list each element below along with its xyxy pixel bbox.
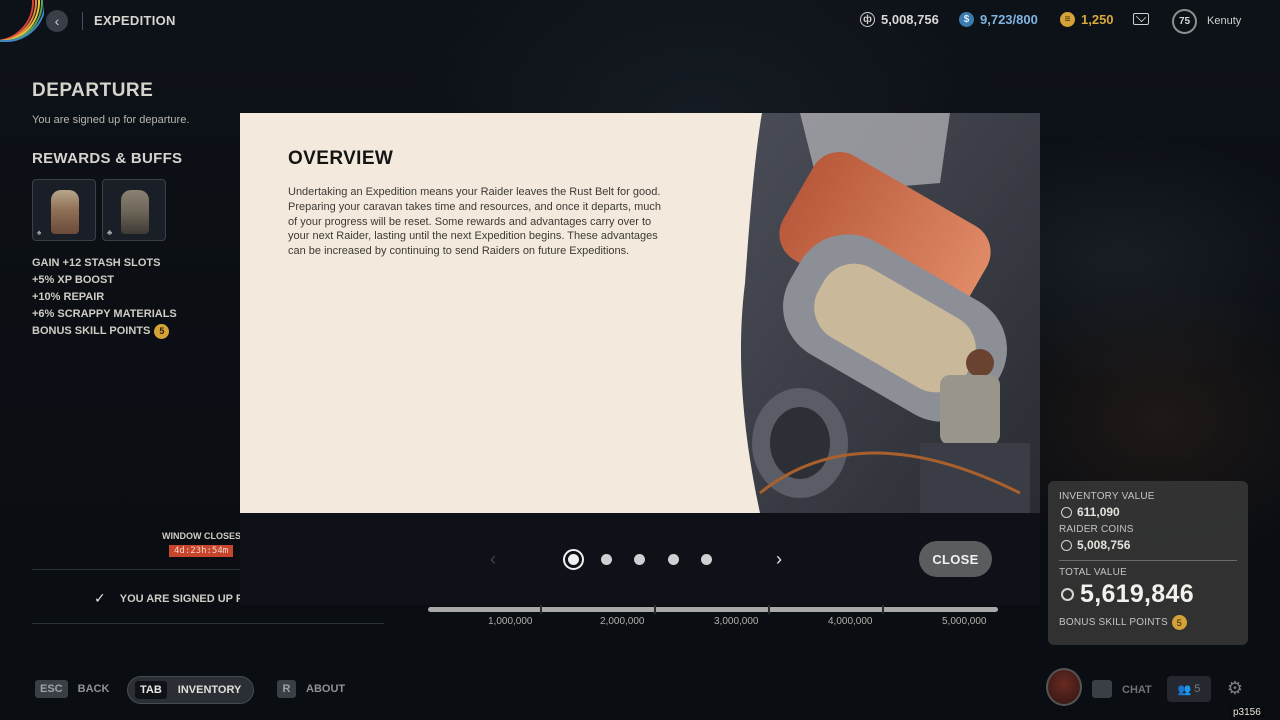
- page-dot-5[interactable]: [701, 554, 712, 565]
- progress-tick: [882, 605, 884, 614]
- materials-icon: ≡: [1060, 12, 1075, 27]
- about-button[interactable]: R ABOUT: [277, 680, 345, 698]
- player-level-badge: 75: [1172, 9, 1197, 34]
- coin-icon: [1061, 588, 1074, 601]
- credits-counter[interactable]: $ 9,723/800: [959, 12, 1038, 27]
- total-value-label: TOTAL VALUE: [1059, 567, 1127, 578]
- page-dot-3[interactable]: [634, 554, 645, 565]
- modal-illustration: [740, 113, 1040, 513]
- player-avatar[interactable]: [1046, 668, 1082, 706]
- credits-icon: $: [959, 12, 974, 27]
- modal-body-text: Undertaking an Expedition means your Rai…: [288, 186, 661, 258]
- divider: [82, 12, 83, 30]
- friends-button[interactable]: 👥 5: [1167, 676, 1211, 702]
- bonus-points-badge: 5: [1171, 615, 1187, 630]
- raider-coins-value: 5,008,756: [1061, 538, 1237, 552]
- inventory-button[interactable]: TAB INVENTORY: [127, 676, 254, 704]
- check-icon: ✓: [94, 590, 106, 606]
- page-dot-1[interactable]: [563, 549, 584, 570]
- coin-icon: [1061, 539, 1072, 551]
- signed-up-status: ✓ YOU ARE SIGNED UP F: [94, 590, 243, 607]
- coin-icon: [1061, 506, 1072, 518]
- modal-content: OVERVIEW Undertaking an Expedition means…: [240, 113, 1040, 513]
- tab-key: TAB: [135, 681, 167, 699]
- r-key: R: [277, 680, 296, 698]
- inventory-label: INVENTORY: [177, 684, 242, 696]
- back-label: BACK: [77, 683, 110, 695]
- total-value: 5,619,846: [1061, 580, 1237, 609]
- progress-label: 1,000,000: [488, 616, 533, 627]
- rainbow-logo-icon: [0, 0, 44, 42]
- chat-key: [1092, 680, 1112, 698]
- chevron-left-icon: ‹: [54, 13, 60, 29]
- page-dot-2[interactable]: [601, 554, 612, 565]
- prev-page-chevron-icon[interactable]: ‹: [490, 549, 496, 570]
- bonus-points-badge: 5: [154, 323, 170, 339]
- top-bar: ‹ EXPEDITION ф 5,008,756 $ 9,723/800 ≡ 1…: [0, 0, 1280, 42]
- about-label: ABOUT: [306, 683, 346, 695]
- coins-counter[interactable]: ф 5,008,756: [860, 12, 939, 27]
- modal-title: OVERVIEW: [288, 148, 394, 169]
- raider-coins-label: RAIDER COINS: [1059, 524, 1134, 535]
- coins-value: 5,008,756: [881, 12, 939, 27]
- total-value-text: 5,619,846: [1080, 580, 1194, 608]
- progress-label: 5,000,000: [942, 616, 987, 627]
- inventory-value-label: INVENTORY VALUE: [1059, 491, 1155, 502]
- page-dot-4[interactable]: [668, 554, 679, 565]
- inventory-value: 611,090: [1061, 505, 1237, 519]
- next-page-chevron-icon[interactable]: ›: [776, 549, 782, 570]
- reward-tile-outfit-2[interactable]: ♣: [102, 179, 166, 241]
- progress-label: 2,000,000: [600, 616, 645, 627]
- chat-label[interactable]: CHAT: [1122, 684, 1152, 696]
- username[interactable]: Kenuty: [1207, 15, 1241, 27]
- raider-coins-text: 5,008,756: [1077, 538, 1131, 552]
- materials-value: 1,250: [1081, 12, 1114, 27]
- mail-icon[interactable]: [1133, 13, 1149, 25]
- build-code: p3156: [1230, 707, 1264, 718]
- character-figure: [121, 190, 149, 234]
- back-button[interactable]: ESC BACK: [35, 680, 109, 698]
- gear-icon[interactable]: ⚙: [1222, 678, 1248, 702]
- value-progress-track: [428, 607, 998, 612]
- bonus-skill-points: BONUS SKILL POINTS 5: [1059, 615, 1237, 630]
- materials-counter[interactable]: ≡ 1,250: [1060, 12, 1114, 27]
- coin-icon: ф: [860, 12, 875, 27]
- overview-modal: OVERVIEW Undertaking an Expedition means…: [240, 113, 1040, 605]
- progress-tick: [768, 605, 770, 614]
- close-button[interactable]: CLOSE: [919, 541, 992, 577]
- people-icon: 👥: [1177, 683, 1192, 696]
- divider: [32, 623, 384, 624]
- cosmetic-icon: ♠: [37, 228, 42, 237]
- bonus-skill-points-label: BONUS SKILL POINTS: [1059, 617, 1168, 628]
- divider: [1059, 560, 1237, 561]
- signed-up-text: YOU ARE SIGNED UP F: [119, 592, 243, 605]
- progress-label: 3,000,000: [714, 616, 759, 627]
- inventory-value-text: 611,090: [1077, 505, 1120, 519]
- back-arrow-button[interactable]: ‹: [46, 10, 68, 32]
- departure-title: DEPARTURE: [32, 80, 154, 101]
- value-summary-box: INVENTORY VALUE 611,090 RAIDER COINS 5,0…: [1048, 481, 1248, 645]
- window-timer: 4d:23h:54m: [169, 545, 234, 557]
- esc-key: ESC: [35, 680, 68, 698]
- character-figure: [51, 190, 79, 234]
- reward-tile-outfit-1[interactable]: ♠: [32, 179, 96, 241]
- friends-count: 5: [1194, 683, 1201, 695]
- cosmetic-icon: ♣: [107, 228, 113, 237]
- buff-item: BONUS SKILL POINTS: [32, 325, 151, 337]
- progress-label: 4,000,000: [828, 616, 873, 627]
- progress-tick: [654, 605, 656, 614]
- page-title: EXPEDITION: [94, 13, 176, 28]
- window-closes-label: WINDOW CLOSES: [162, 531, 241, 541]
- progress-tick: [540, 605, 542, 614]
- credits-value: 9,723/800: [980, 12, 1038, 27]
